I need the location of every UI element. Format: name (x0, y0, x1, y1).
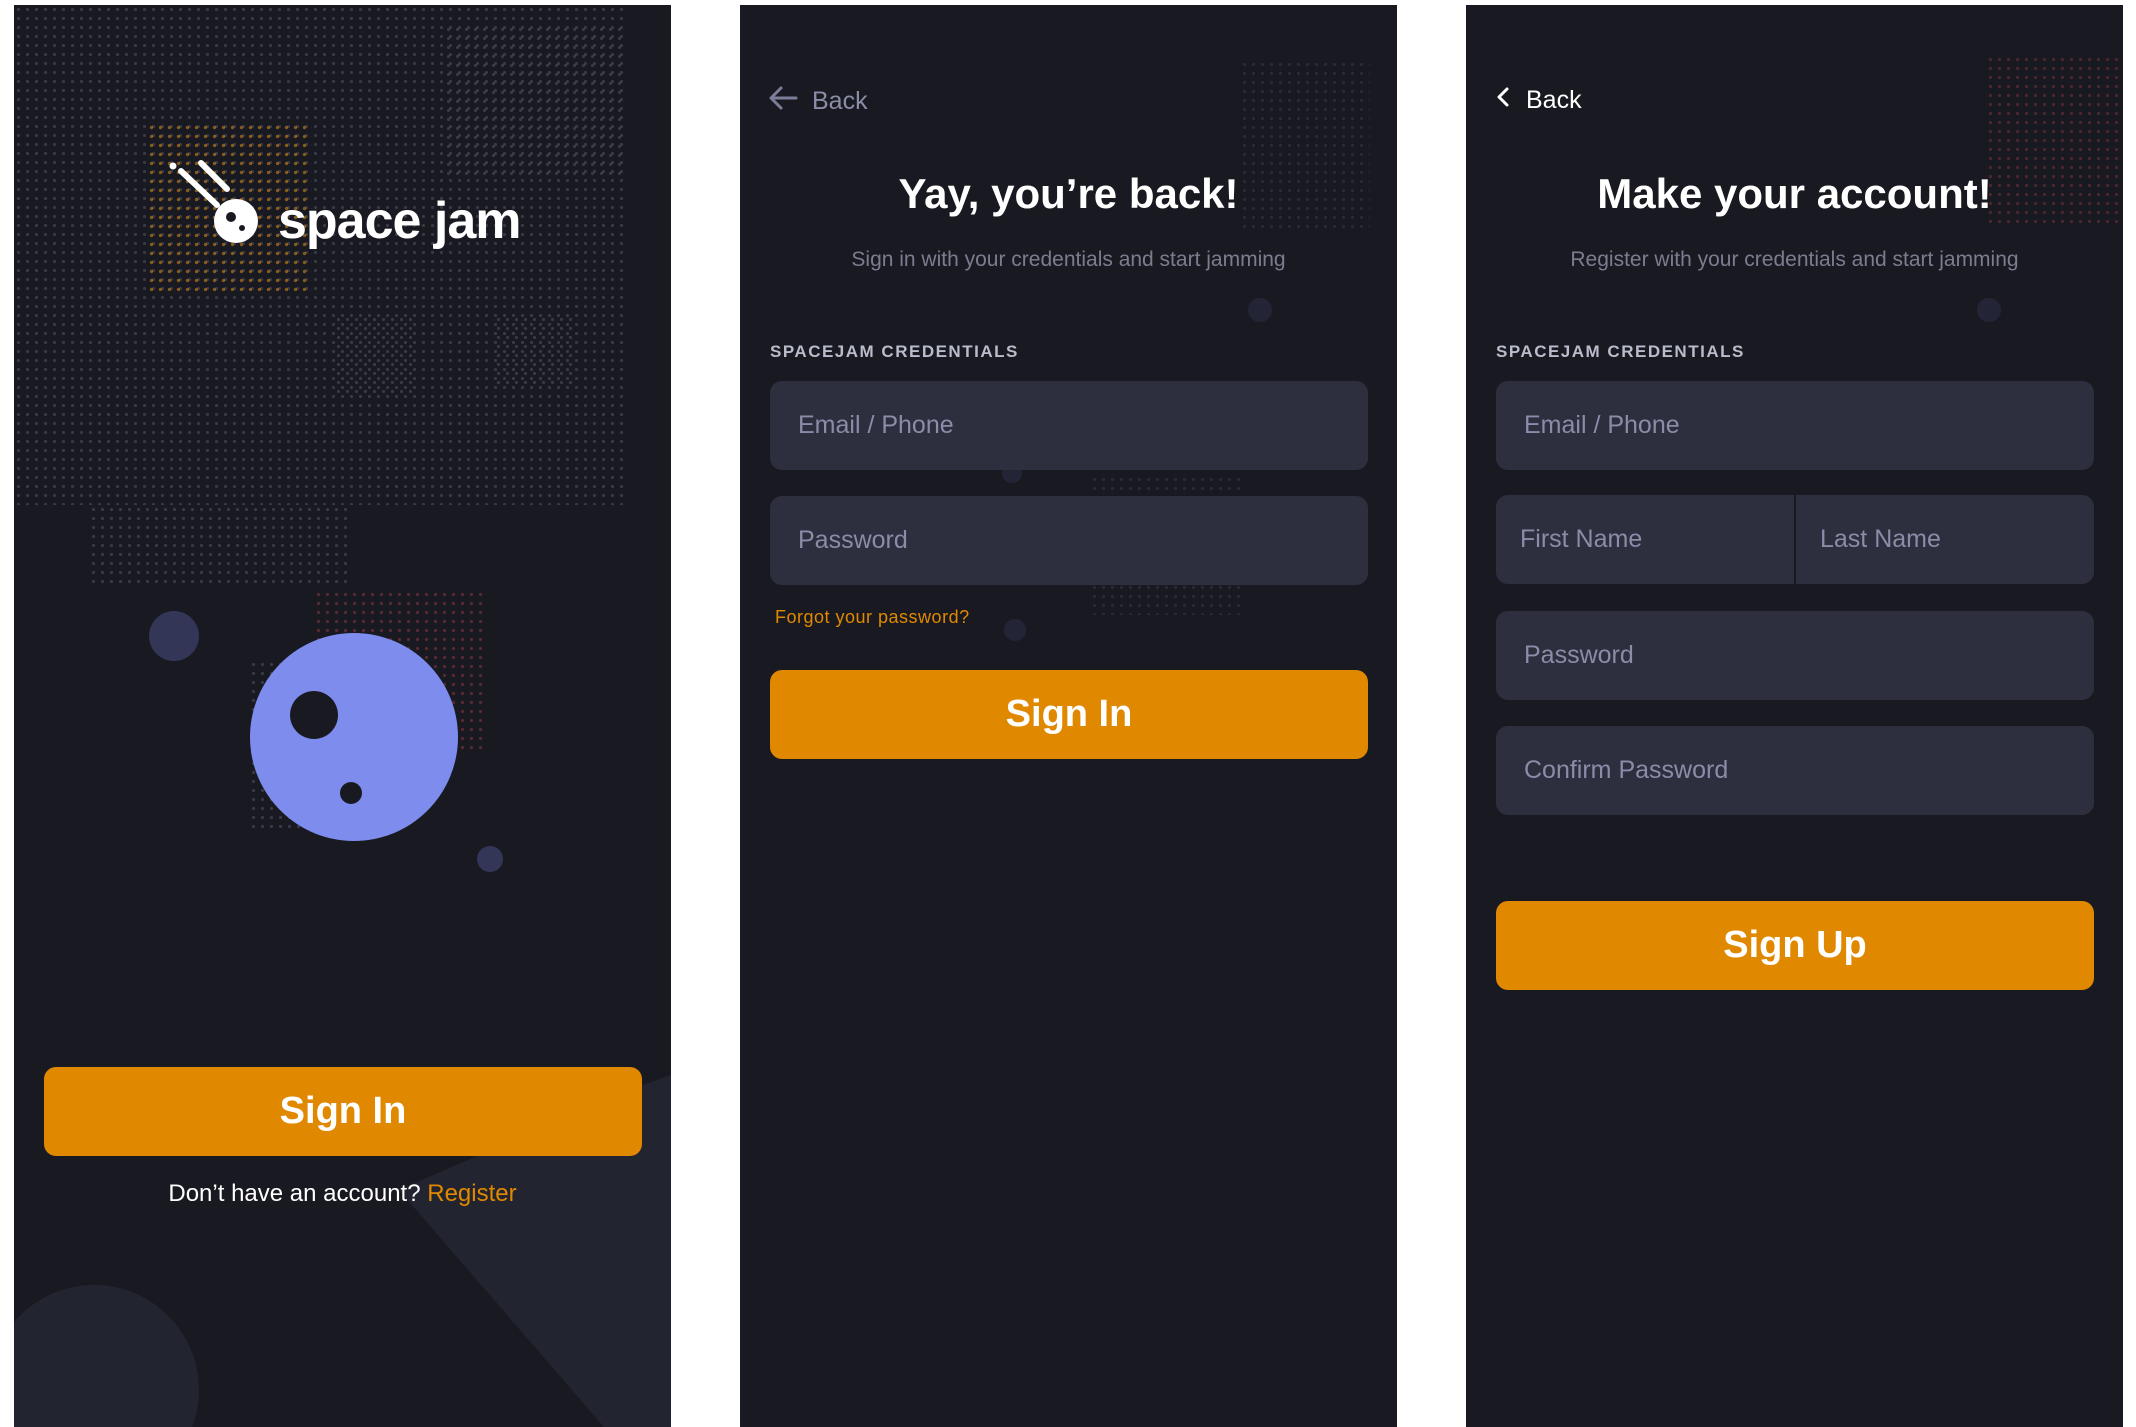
password-field[interactable]: Password (770, 496, 1368, 585)
sign-up-screen: Back Make your account! Register with yo… (1466, 5, 2123, 1427)
welcome-screen: space jam Sign In Don’t have an account?… (14, 5, 671, 1427)
planet-illustration (149, 611, 503, 872)
email-field[interactable]: Email / Phone (770, 381, 1368, 470)
confirm-password-field[interactable]: Confirm Password (1496, 726, 2094, 815)
sign-in-screen: Back Yay, you’re back! Sign in with your… (740, 5, 1397, 1427)
back-button[interactable]: Back (768, 85, 868, 118)
email-field[interactable]: Email / Phone (1496, 381, 2094, 470)
back-label: Back (1526, 86, 1582, 114)
chevron-left-icon (1494, 85, 1512, 116)
back-button[interactable]: Back (1494, 85, 1582, 116)
last-name-field[interactable]: Last Name (1796, 495, 2094, 584)
page-subtitle: Sign in with your credentials and start … (851, 248, 1286, 271)
sign-in-button[interactable]: Sign In (770, 670, 1368, 759)
page-subtitle: Register with your credentials and start… (1570, 248, 2019, 271)
password-field[interactable]: Password (1496, 611, 2094, 700)
arrow-left-icon (768, 85, 798, 118)
section-label: SPACEJAM CREDENTIALS (770, 342, 1019, 361)
sign-in-button[interactable]: Sign In (44, 1067, 642, 1156)
first-name-field[interactable]: First Name (1496, 495, 1794, 584)
register-prompt: Don’t have an account? (168, 1180, 421, 1207)
page-title: Yay, you’re back! (898, 170, 1239, 217)
back-label: Back (812, 87, 868, 115)
page-title: Make your account! (1597, 170, 1992, 217)
section-label: SPACEJAM CREDENTIALS (1496, 342, 1745, 361)
register-link[interactable]: Register (427, 1180, 516, 1207)
forgot-password-link[interactable]: Forgot your password? (775, 607, 970, 628)
sign-up-button[interactable]: Sign Up (1496, 901, 2094, 990)
register-row: Don’t have an account? Register (14, 1180, 671, 1208)
